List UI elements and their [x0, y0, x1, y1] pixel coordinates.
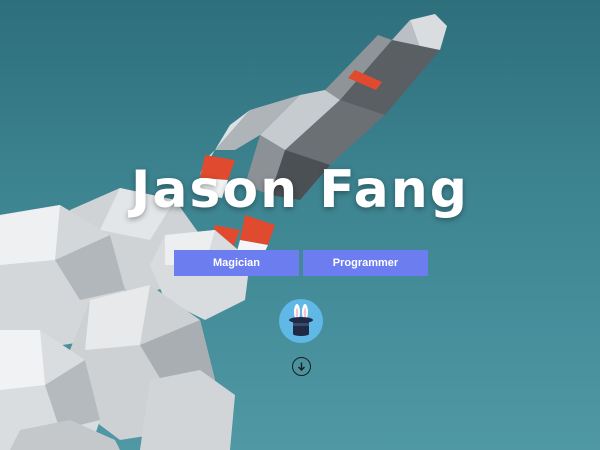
rocket: [196, 14, 447, 258]
hero-section: Jason Fang Magician Programmer: [0, 0, 600, 450]
magic-hat-rabbit-icon: [289, 304, 313, 336]
smoke-clouds: [0, 188, 250, 450]
arrow-down-icon: [298, 362, 305, 371]
avatar: [279, 299, 323, 343]
scroll-down-button[interactable]: [292, 357, 311, 376]
magician-button[interactable]: Magician: [174, 250, 299, 276]
programmer-button[interactable]: Programmer: [303, 250, 428, 276]
tag-buttons: Magician Programmer: [174, 250, 428, 276]
hero-name: Jason Fang: [130, 160, 470, 220]
rocket-illustration: [0, 14, 447, 450]
